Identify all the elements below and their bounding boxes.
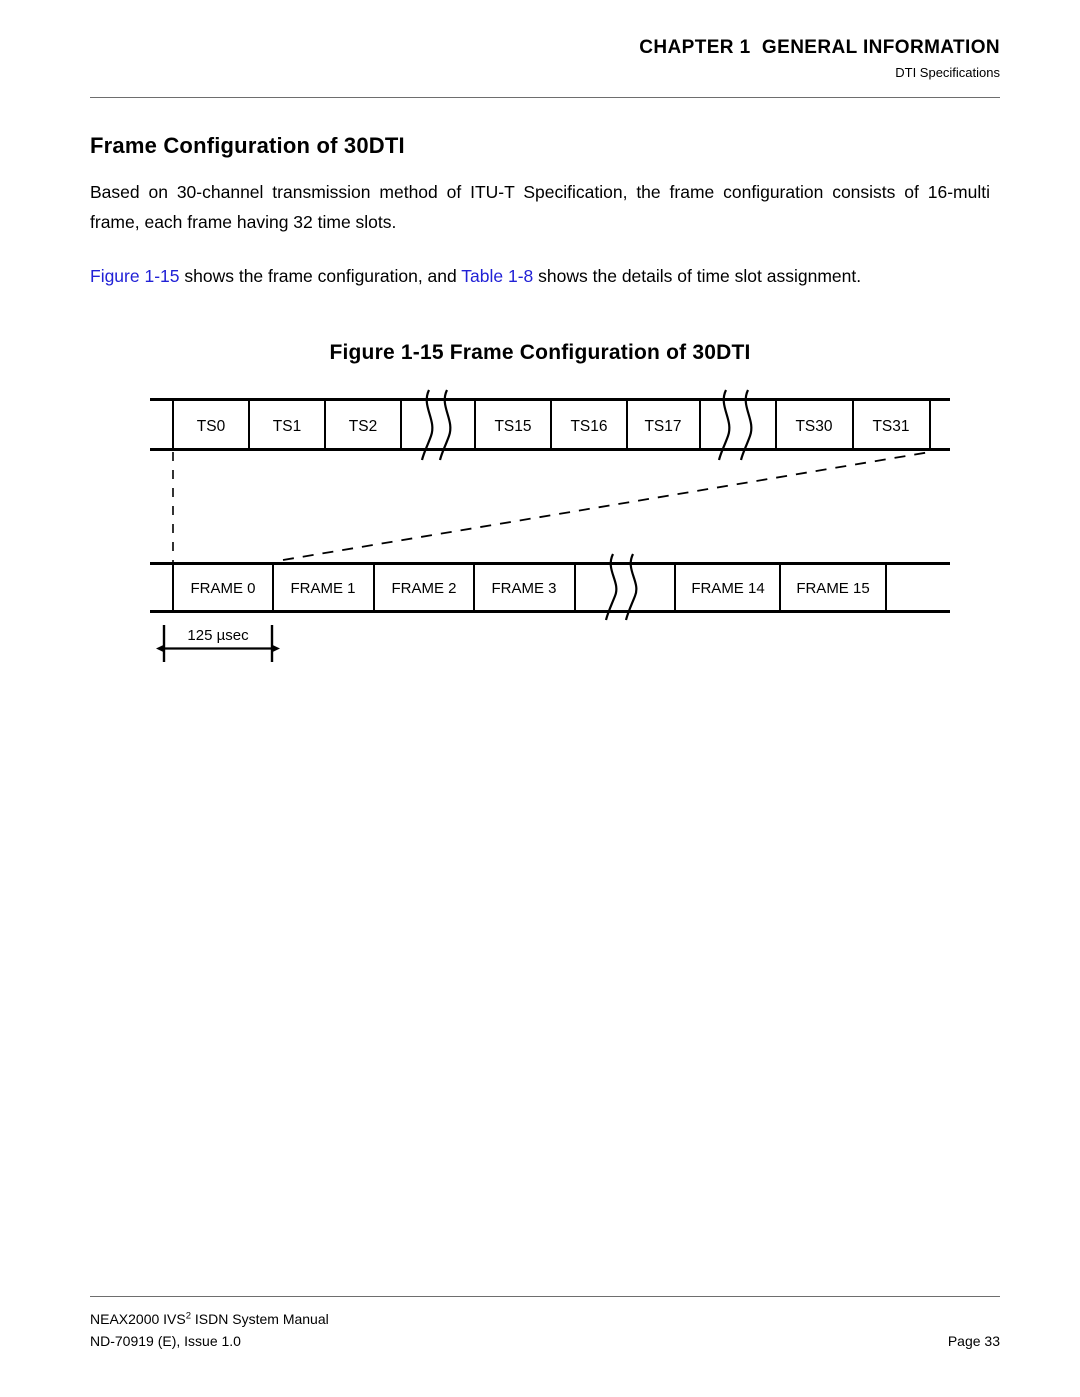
header-divider: [90, 97, 1000, 98]
frame-label: FRAME 1: [290, 580, 355, 597]
timeslot-label: TS0: [197, 418, 226, 435]
timeslot-break-mark-1: [420, 389, 452, 461]
frame-duration-dimension: 125 µsec: [156, 625, 280, 662]
frame-label: FRAME 3: [491, 580, 556, 597]
timeslot-label: TS1: [273, 418, 301, 435]
timeslot-row: TS0 TS1 TS2 TS15 TS16 TS17 TS30 TS31: [150, 389, 950, 461]
frame-label: FRAME 15: [796, 580, 869, 597]
timeslot-break-mark-2: [717, 389, 753, 461]
timeslot-label: TS31: [872, 418, 909, 435]
figure-cross-reference-link[interactable]: Figure 1-15: [90, 266, 180, 286]
footer-manual-suffix: ISDN System Manual: [191, 1311, 329, 1327]
body-paragraph-2-text-b: shows the details of time slot assignmen…: [533, 265, 862, 286]
figure-caption: Figure 1-15 Frame Configuration of 30DTI: [329, 341, 751, 364]
frame-label: FRAME 2: [391, 580, 456, 597]
body-paragraph-2: Figure 1-15 shows the frame configuratio…: [90, 261, 990, 291]
expansion-connectors: [172, 451, 931, 562]
frame-row: FRAME 0 FRAME 1 FRAME 2 FRAME 3 FRAME 14…: [150, 553, 950, 621]
page-title: Frame Configuration of 30DTI: [90, 132, 405, 158]
timeslot-label: TS17: [644, 418, 681, 435]
table-cross-reference-link[interactable]: Table 1-8: [461, 266, 533, 286]
footer-document-number: ND-70919 (E), Issue 1.0: [90, 1333, 241, 1349]
frame-break-mark: [604, 553, 638, 621]
frame-label: FRAME 14: [691, 580, 764, 597]
body-paragraph-1: Based on 30-channel transmission method …: [90, 181, 990, 232]
body-paragraph-2-text-a: shows the frame configuration, and: [179, 265, 462, 286]
timeslot-label: TS30: [795, 418, 832, 435]
frame-label: FRAME 0: [190, 580, 255, 597]
timeslot-label: TS16: [570, 418, 607, 435]
footer-manual-info: NEAX2000 IVS2 ISDN System Manual ND-7091…: [90, 1308, 329, 1352]
header-chapter-title: CHAPTER 1 GENERAL INFORMATION: [639, 37, 1000, 58]
footer-page-number: Page 33: [947, 1333, 1000, 1349]
header-subtitle: DTI Specifications: [895, 65, 1000, 80]
timeslot-label: TS2: [349, 418, 377, 435]
page-header: CHAPTER 1 GENERAL INFORMATION DTI Specif…: [90, 36, 1000, 83]
footer-divider: [90, 1296, 1000, 1297]
connector-diagonal-dashed: [282, 451, 931, 561]
dimension-label: 125 µsec: [187, 627, 249, 644]
footer-manual-title-line: NEAX2000 IVS2 ISDN System Manual: [90, 1308, 329, 1330]
footer-manual-name: NEAX2000 IVS: [90, 1311, 186, 1327]
timeslot-label: TS15: [494, 418, 531, 435]
